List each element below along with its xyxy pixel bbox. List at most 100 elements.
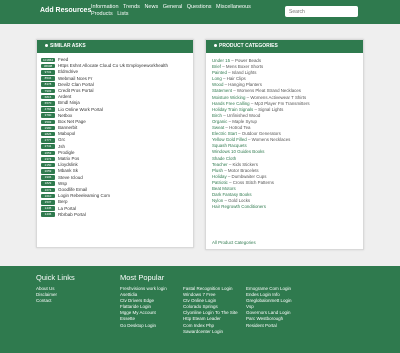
- view-count-badge: 6815: [41, 94, 55, 100]
- category-name: Squash Racquets: [212, 143, 247, 149]
- product-categories-card: PRODUCT CATEGORIES Under 15 – Power Bead…: [205, 39, 364, 250]
- view-count-badge: 2653: [41, 150, 55, 156]
- footer-link[interactable]: Sawardcenter Login: [183, 329, 238, 335]
- search-input[interactable]: [285, 6, 358, 17]
- category-desc: Signal Lights: [258, 106, 284, 112]
- category-desc: Unfinished Wood: [226, 112, 261, 118]
- similar-ask-item[interactable]: 1436 Rbrbab Portal: [41, 212, 193, 218]
- view-count-badge: 1436: [41, 212, 55, 217]
- view-count-badge: 8534: [41, 76, 55, 81]
- category-name: Under 15: [212, 58, 231, 63]
- similar-ask-text: Lloydslink: [58, 162, 78, 168]
- nav-link-miscellaneous[interactable]: Miscellaneous: [216, 4, 251, 11]
- category-desc: Womens Activewear T Shirts: [250, 94, 307, 100]
- top-navbar: Add Resources Information Trends News Ge…: [0, 0, 400, 24]
- category-desc: Cross Stitch Patterns: [232, 179, 275, 185]
- category-name: Painted: [212, 70, 227, 76]
- category-name: Organic: [212, 118, 228, 124]
- nav-link-information[interactable]: Information: [91, 4, 119, 11]
- footer-link[interactable]: Resident Portal: [246, 323, 292, 329]
- nav-link-trends[interactable]: Trends: [123, 4, 140, 11]
- similar-asks-header: SIMILAR ASKS: [37, 40, 193, 53]
- similar-ask-text: Bmdl Ninja: [58, 100, 80, 106]
- view-count-badge: 3593: [41, 119, 55, 125]
- category-name: Teacher: [212, 161, 228, 167]
- footer-link[interactable]: Go Desktop Login: [120, 323, 167, 329]
- similar-ask-text: La Portal: [58, 205, 77, 211]
- view-count-badge: 8378: [41, 82, 55, 87]
- similar-ask-text: Grc: [58, 137, 66, 143]
- quick-links-heading: Quick Links: [36, 273, 75, 282]
- similar-ask-text: Prodigle: [58, 149, 75, 155]
- category-name: Dark Fantasy Books: [212, 192, 252, 198]
- similar-ask-text: Bannerbit: [58, 125, 78, 131]
- similar-ask-text: Credit Pros Portal: [58, 87, 94, 93]
- similar-ask-text: Goodlife Email: [58, 186, 88, 192]
- category-name: Birch: [212, 112, 223, 118]
- category-name: Electric Start: [212, 131, 237, 137]
- category-desc: Hanging Planters: [228, 82, 262, 88]
- similar-ask-text: Matrix Pos: [58, 156, 80, 161]
- category-name: Shade Cloth: [212, 155, 237, 161]
- view-count-badge: 2980: [41, 125, 55, 131]
- category-name: Holiday: [212, 173, 227, 179]
- view-count-badge: 3790: [41, 113, 55, 118]
- view-count-badge: 9731: [41, 70, 55, 75]
- product-categories-title: PRODUCT CATEGORIES: [219, 43, 278, 49]
- category-desc: Womens Pleat Strand Necklaces: [236, 88, 302, 94]
- category-name: Hands Free Calling: [212, 100, 250, 106]
- category-name: Yellow Gold Filled: [212, 137, 247, 143]
- similar-ask-text: Devilz Clan Portal: [58, 81, 94, 87]
- similar-ask-text: Jsh: [58, 143, 66, 149]
- similar-ask-text: Wsp: [58, 180, 67, 186]
- nav-link-news[interactable]: News: [144, 4, 158, 11]
- all-product-categories-link[interactable]: All Product Categories: [212, 240, 256, 245]
- category-name: Wood: [212, 82, 224, 88]
- similar-ask-text: Eldmdrive: [58, 69, 79, 75]
- category-desc: Power Beads: [234, 58, 262, 63]
- product-categories-list: Under 15 – Power Beads Brief – Mens Boxer…: [206, 53, 363, 210]
- nav-link-questions[interactable]: Questions: [187, 4, 212, 11]
- nav-link-products[interactable]: Products: [91, 11, 113, 18]
- nav-links: Information Trends News General Question…: [91, 4, 279, 18]
- footer-link[interactable]: Contact: [36, 298, 57, 304]
- category-name: Plush: [212, 167, 223, 173]
- category-desc: Hair Clips: [226, 76, 246, 82]
- quick-links-list: About Us Disclaimer Contact: [36, 286, 57, 304]
- view-count-badge: 2826: [41, 131, 55, 137]
- view-count-badge: 2741: [41, 144, 55, 149]
- nav-link-lists[interactable]: Lists: [117, 11, 128, 18]
- site-brand[interactable]: Add Resources: [40, 7, 91, 14]
- similar-ask-text: Netbox: [58, 112, 73, 118]
- category-name: Long: [212, 76, 222, 82]
- category-name: Windows 10 Guides Books: [212, 149, 265, 155]
- view-count-badge: 1829: [41, 181, 55, 186]
- category-desc: Hotrod Tea: [229, 125, 251, 131]
- category-desc: Mens Boxer Shorts: [225, 64, 264, 70]
- category-desc: Gold Locks: [228, 198, 251, 204]
- view-count-badge: 7903: [41, 88, 55, 94]
- most-popular-column-3: Emograme Com Login Endes Login Info Greglo…: [246, 286, 292, 329]
- category-desc: Island Lights: [231, 70, 257, 76]
- category-item[interactable]: Hair Regrowth Conditioners: [212, 204, 363, 210]
- view-count-badge: 1906: [41, 175, 55, 180]
- category-name: Hair Regrowth Conditioners: [212, 204, 266, 210]
- view-count-badge: 1537: [41, 200, 55, 205]
- similar-asks-title: SIMILAR ASKS: [50, 43, 86, 49]
- similar-ask-text: Ardent: [58, 94, 72, 100]
- similar-ask-text: Berp: [58, 199, 68, 205]
- most-popular-column-2: Fastal Recognition Login Windows 7 Free Ct…: [183, 286, 238, 335]
- view-count-badge: 2059: [41, 169, 55, 174]
- similar-ask-text: Rbrbab Portal: [58, 211, 86, 217]
- category-name: Moisture Wicking: [212, 94, 246, 100]
- category-desc: Mp3 Player Fm Transmitters: [254, 100, 310, 106]
- nav-link-general[interactable]: General: [163, 4, 183, 11]
- view-count-badge: 1445: [41, 206, 55, 211]
- view-count-badge: 2777: [41, 138, 55, 143]
- category-name: Beat Motors: [212, 185, 236, 191]
- similar-ask-text: Mbank Sk: [58, 168, 79, 174]
- most-popular-heading: Most Popular: [120, 273, 165, 282]
- category-desc: Kids Stickers: [232, 161, 258, 167]
- bullet-icon: [45, 44, 48, 48]
- similar-ask-text: Steve Icloud: [58, 174, 83, 180]
